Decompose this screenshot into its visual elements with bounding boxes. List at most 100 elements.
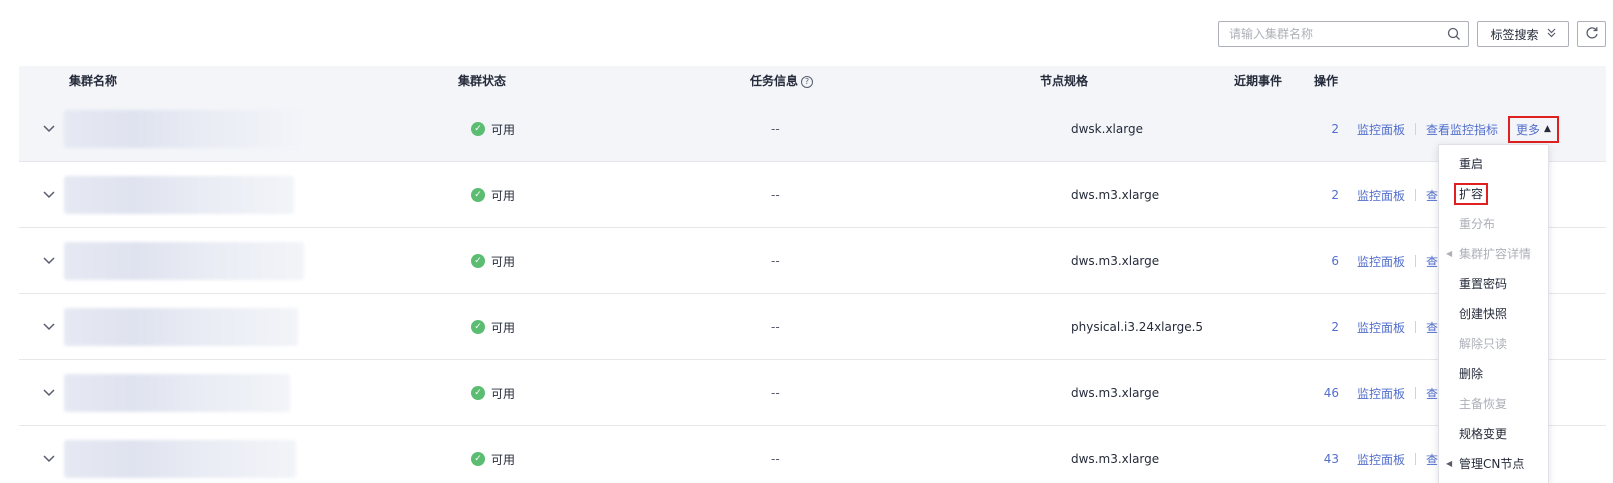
header-cluster-status: 集群状态 xyxy=(458,74,507,88)
header-task-info-label: 任务信息 xyxy=(750,74,799,88)
expand-row-button[interactable] xyxy=(39,294,59,360)
recent-events-link[interactable]: 46 xyxy=(1209,360,1339,426)
cluster-search-input[interactable] xyxy=(1219,22,1440,46)
double-chevron-down-icon xyxy=(1547,28,1556,41)
status-label: 可用 xyxy=(491,188,516,203)
menu-item-label: 重置密码 xyxy=(1459,277,1508,291)
more-button[interactable]: 更多 ▲ xyxy=(1508,115,1559,143)
header-recent-events: 近期事件 xyxy=(1234,74,1283,88)
task-info-cell: -- xyxy=(771,452,780,466)
monitor-panel-link[interactable]: 监控面板 xyxy=(1357,385,1405,402)
menu-item-create-snapshot[interactable]: 创建快照 xyxy=(1439,299,1548,329)
menu-item-reset-password[interactable]: 重置密码 xyxy=(1439,269,1548,299)
chevron-down-icon xyxy=(43,323,55,331)
status-badge: ✓ 可用 xyxy=(471,294,515,360)
tag-search-label: 标签搜索 xyxy=(1490,27,1539,42)
cluster-name-redacted[interactable] xyxy=(64,228,304,294)
monitor-panel-link[interactable]: 监控面板 xyxy=(1357,253,1405,270)
divider xyxy=(1415,123,1417,135)
divider xyxy=(1415,255,1417,267)
expand-row-button[interactable] xyxy=(39,360,59,426)
recent-events-link[interactable]: 2 xyxy=(1209,294,1339,360)
recent-events-link[interactable]: 43 xyxy=(1209,426,1339,483)
recent-events-link[interactable]: 2 xyxy=(1209,96,1339,162)
status-label: 可用 xyxy=(491,452,516,467)
operations-cell: 监控面板 查看 xyxy=(1357,162,1450,228)
cluster-name-redacted[interactable] xyxy=(64,162,294,228)
refresh-button[interactable] xyxy=(1577,21,1606,47)
header-node-spec: 节点规格 xyxy=(1040,74,1089,88)
expand-row-button[interactable] xyxy=(39,162,59,228)
divider xyxy=(1415,321,1417,333)
view-metrics-link[interactable]: 查看监控指标 xyxy=(1426,121,1498,138)
task-info-cell: -- xyxy=(771,386,780,400)
divider xyxy=(1415,189,1417,201)
cluster-search-box[interactable] xyxy=(1218,21,1469,47)
task-info-cell: -- xyxy=(771,188,780,202)
more-dropdown-menu: 重启 扩容 重分布 ◀ 集群扩容详情 重置密码 创建快照 解除只读 删除 主备恢复… xyxy=(1438,144,1549,483)
menu-item-scale-out[interactable]: 扩容 xyxy=(1439,179,1548,209)
menu-item-label: 重启 xyxy=(1459,157,1484,171)
chevron-down-icon xyxy=(43,257,55,265)
menu-item-failover-recovery: 主备恢复 xyxy=(1439,389,1548,419)
table-row: ✓ 可用 -- dwsk.xlarge 2 监控面板 查看监控指标 更多 ▲ xyxy=(19,96,1606,162)
table-header: 集群名称 集群状态 任务信息? 节点规格 近期事件 操作 xyxy=(19,66,1606,96)
status-label: 可用 xyxy=(491,386,516,401)
monitor-panel-link[interactable]: 监控面板 xyxy=(1357,319,1405,336)
status-badge: ✓ 可用 xyxy=(471,228,515,294)
recent-events-link[interactable]: 6 xyxy=(1209,228,1339,294)
menu-item-label: 解除只读 xyxy=(1459,337,1508,351)
header-cluster-name: 集群名称 xyxy=(69,74,118,88)
menu-item-manage-cn-nodes[interactable]: ◀ 管理CN节点 xyxy=(1439,449,1548,479)
monitor-panel-link[interactable]: 监控面板 xyxy=(1357,451,1405,468)
search-icon[interactable] xyxy=(1440,22,1468,46)
operations-cell: 监控面板 查看 xyxy=(1357,228,1450,294)
task-info-cell: -- xyxy=(771,254,780,268)
menu-item-restart[interactable]: 重启 xyxy=(1439,149,1548,179)
expand-row-button[interactable] xyxy=(39,228,59,294)
menu-item-delete[interactable]: 删除 xyxy=(1439,359,1548,389)
table-row: ✓ 可用 -- dws.m3.xlarge 6 监控面板 查看 xyxy=(19,228,1606,294)
chevron-down-icon xyxy=(43,125,55,133)
status-label: 可用 xyxy=(491,254,516,269)
menu-item-label: 删除 xyxy=(1459,367,1484,381)
status-label: 可用 xyxy=(491,122,516,137)
node-spec-cell: physical.i3.24xlarge.5 xyxy=(1071,320,1204,334)
table-row: ✓ 可用 -- physical.i3.24xlarge.5 2 监控面板 查看 xyxy=(19,294,1606,360)
refresh-icon xyxy=(1585,26,1599,43)
divider xyxy=(1415,453,1417,465)
node-spec-cell: dws.m3.xlarge xyxy=(1071,452,1160,466)
cluster-name-redacted[interactable] xyxy=(64,96,299,162)
task-info-cell: -- xyxy=(771,122,780,136)
help-icon[interactable]: ? xyxy=(801,75,814,88)
cluster-name-redacted[interactable] xyxy=(64,294,298,360)
node-spec-cell: dwsk.xlarge xyxy=(1071,122,1143,136)
tag-search-button[interactable]: 标签搜索 xyxy=(1477,21,1569,47)
menu-item-label: 主备恢复 xyxy=(1459,397,1508,411)
check-circle-icon: ✓ xyxy=(471,188,485,202)
divider xyxy=(1415,387,1417,399)
chevron-down-icon xyxy=(43,191,55,199)
expand-row-button[interactable] xyxy=(39,96,59,162)
check-circle-icon: ✓ xyxy=(471,122,485,136)
menu-item-redistribute: 重分布 xyxy=(1439,209,1548,239)
status-badge: ✓ 可用 xyxy=(471,162,515,228)
table-row: ✓ 可用 -- dws.m3.xlarge 46 监控面板 查看 xyxy=(19,360,1606,426)
cluster-name-redacted[interactable] xyxy=(64,360,290,426)
operations-cell: 监控面板 查看 xyxy=(1357,426,1450,483)
chevron-down-icon xyxy=(43,389,55,397)
monitor-panel-link[interactable]: 监控面板 xyxy=(1357,121,1405,138)
recent-events-link[interactable]: 2 xyxy=(1209,162,1339,228)
table-row: ✓ 可用 -- dws.m3.xlarge 43 监控面板 查看 xyxy=(19,426,1606,483)
menu-item-remove-readonly: 解除只读 xyxy=(1439,329,1548,359)
node-spec-cell: dws.m3.xlarge xyxy=(1071,254,1160,268)
menu-item-change-spec[interactable]: 规格变更 xyxy=(1439,419,1548,449)
node-spec-cell: dws.m3.xlarge xyxy=(1071,188,1160,202)
cluster-name-redacted[interactable] xyxy=(64,426,296,483)
expand-row-button[interactable] xyxy=(39,426,59,483)
operations-cell: 监控面板 查看 xyxy=(1357,360,1450,426)
caret-left-icon: ◀ xyxy=(1446,459,1453,468)
check-circle-icon: ✓ xyxy=(471,386,485,400)
monitor-panel-link[interactable]: 监控面板 xyxy=(1357,187,1405,204)
more-label: 更多 xyxy=(1516,122,1541,137)
